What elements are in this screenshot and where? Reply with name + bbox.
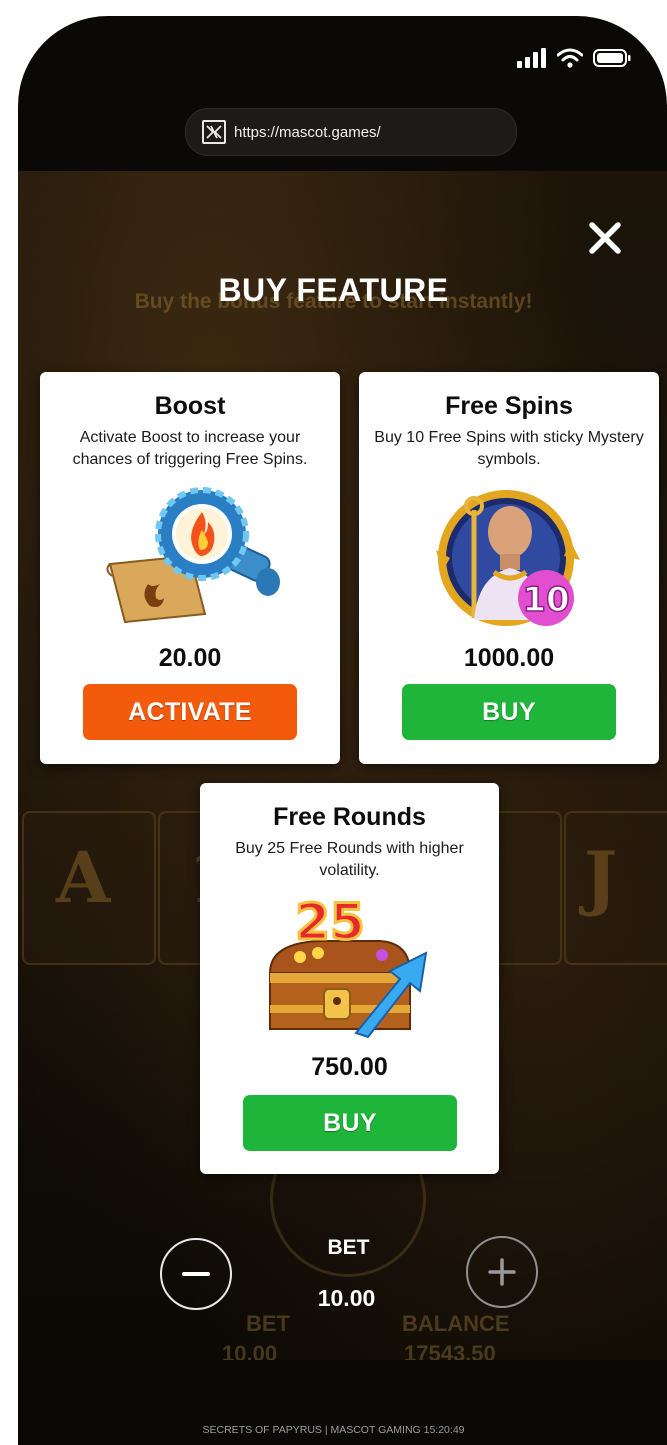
card-title: Boost [154,392,226,420]
modal-title: BUY FEATURE [218,272,449,308]
free-spins-card: Free Spins Buy 10 Free Spins with sticky… [359,372,659,764]
footer-info: SECRETS OF PAPYRUS | MASCOT GAMING 15:20… [202,1424,465,1436]
boost-card: Boost Activate Boost to increase your ch… [40,372,340,764]
reel-symbol: J [584,836,618,919]
boost-scroll-icon [106,487,280,624]
card-description: Buy 25 Free Rounds with higher volatilit… [235,840,464,879]
bet-value: 10.00 [317,1285,376,1311]
reel-symbol: A [56,836,111,919]
status-bar [517,48,631,68]
url-text: https://mascot.games/ [234,123,381,141]
card-title: Free Spins [445,392,573,420]
signal-icon [517,48,546,68]
buy-free-spins-button[interactable]: BUY [402,684,616,740]
site-logo-icon [202,120,226,144]
treasure-chest-25-icon: 25 [268,893,428,1039]
free-rounds-badge: 25 [295,893,365,951]
card-price: 750.00 [311,1053,388,1081]
card-description: Buy 10 Free Spins with sticky Mystery sy… [374,429,644,468]
buy-free-rounds-button[interactable]: BUY [243,1095,457,1151]
bg-bet-label: BET [246,1311,290,1336]
bg-balance-label: BALANCE [402,1311,510,1336]
bet-label: BET [327,1236,370,1259]
card-description: Activate Boost to increase your chances … [72,429,308,468]
card-price: 20.00 [158,644,222,672]
pharaoh-10-icon: 10 [436,490,580,626]
free-spins-badge: 10 [522,580,569,620]
wifi-icon [557,48,583,68]
url-bar[interactable]: https://mascot.games/ [185,108,517,156]
card-price: 1000.00 [463,644,555,672]
close-button[interactable] [585,218,625,258]
activate-button[interactable]: ACTIVATE [83,684,297,740]
close-icon [589,222,621,254]
free-rounds-card: Free Rounds Buy 25 Free Rounds with high… [200,783,499,1174]
card-title: Free Rounds [273,803,426,831]
battery-icon [593,49,631,67]
